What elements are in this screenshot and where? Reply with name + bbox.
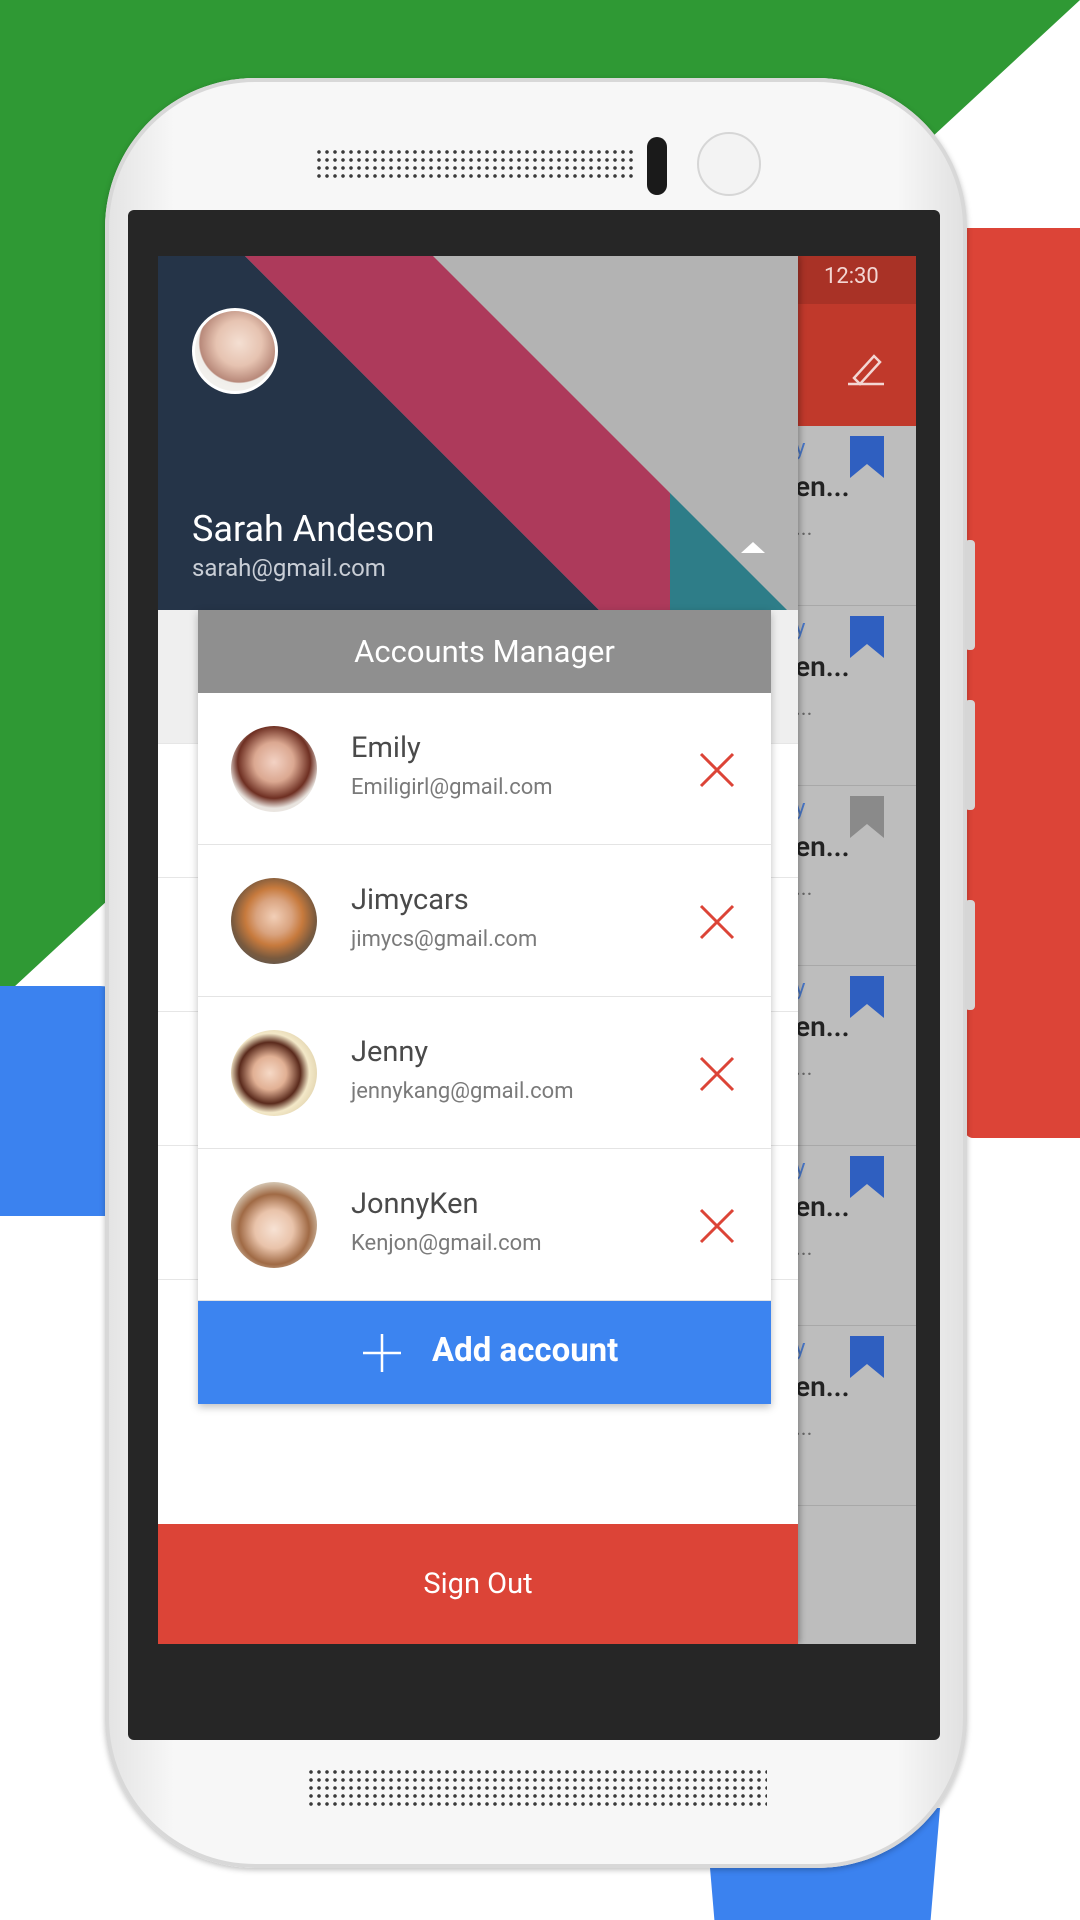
account-email: jimycs@gmail.com <box>351 927 538 952</box>
background-red-shape <box>965 228 1080 1138</box>
plus-icon <box>363 1334 401 1372</box>
mail-subject-fragment: en... <box>795 470 850 503</box>
account-email: Emiligirl@gmail.com <box>351 775 553 800</box>
accounts-manager-dialog: Accounts Manager Emily Emiligirl@gmail.c… <box>198 610 771 1404</box>
drawer-header: Sarah Andeson sarah@gmail.com <box>158 256 798 610</box>
bookmark-icon[interactable] <box>850 796 884 838</box>
phone-side-button <box>965 900 975 1010</box>
compose-icon[interactable] <box>844 348 888 388</box>
mail-subject-fragment: en... <box>795 1370 850 1403</box>
mail-subject-fragment: en... <box>795 1010 850 1043</box>
phone-sensor <box>647 137 667 195</box>
add-account-label: Add account <box>432 1331 619 1370</box>
navigation-drawer: Sarah Andeson sarah@gmail.com Accounts M… <box>158 256 798 1644</box>
phone-front-camera <box>697 132 761 196</box>
account-avatar <box>231 878 317 964</box>
status-time: 12:30 <box>824 264 879 289</box>
account-toggle-caret-icon[interactable] <box>741 542 765 553</box>
mail-subject-fragment: en... <box>795 650 850 683</box>
account-row[interactable]: Jenny jennykang@gmail.com <box>198 997 771 1149</box>
bookmark-icon[interactable] <box>850 1336 884 1378</box>
account-email: Kenjon@gmail.com <box>351 1231 542 1256</box>
account-name: Jenny <box>351 1035 429 1069</box>
user-name: Sarah Andeson <box>192 508 435 550</box>
account-row[interactable]: Jimycars jimycs@gmail.com <box>198 845 771 997</box>
account-email: jennykang@gmail.com <box>351 1079 574 1104</box>
account-avatar <box>231 1030 317 1116</box>
add-account-button[interactable]: Add account <box>198 1301 771 1404</box>
phone-top-speaker <box>315 148 633 182</box>
sign-out-button[interactable]: Sign Out <box>158 1524 798 1644</box>
user-avatar[interactable] <box>192 308 278 394</box>
bookmark-icon[interactable] <box>850 436 884 478</box>
account-row[interactable]: JonnyKen Kenjon@gmail.com <box>198 1149 771 1301</box>
remove-account-icon[interactable] <box>698 751 736 789</box>
bookmark-icon[interactable] <box>850 1156 884 1198</box>
account-name: Jimycars <box>351 883 469 917</box>
phone-bottom-speaker <box>307 1768 767 1808</box>
phone-screen: 12:30 y en... ... y en... ... y en... ..… <box>158 256 916 1644</box>
phone-side-button <box>965 700 975 810</box>
remove-account-icon[interactable] <box>698 1055 736 1093</box>
remove-account-icon[interactable] <box>698 1207 736 1245</box>
dialog-title: Accounts Manager <box>198 610 771 693</box>
account-row[interactable]: Emily Emiligirl@gmail.com <box>198 693 771 845</box>
phone-side-button <box>965 540 975 650</box>
bookmark-icon[interactable] <box>850 616 884 658</box>
mail-subject-fragment: en... <box>795 830 850 863</box>
bookmark-icon[interactable] <box>850 976 884 1018</box>
account-name: Emily <box>351 731 421 765</box>
account-name: JonnyKen <box>351 1187 479 1221</box>
user-email: sarah@gmail.com <box>192 554 386 582</box>
remove-account-icon[interactable] <box>698 903 736 941</box>
account-avatar <box>231 726 317 812</box>
mail-subject-fragment: en... <box>795 1190 850 1223</box>
account-avatar <box>231 1182 317 1268</box>
